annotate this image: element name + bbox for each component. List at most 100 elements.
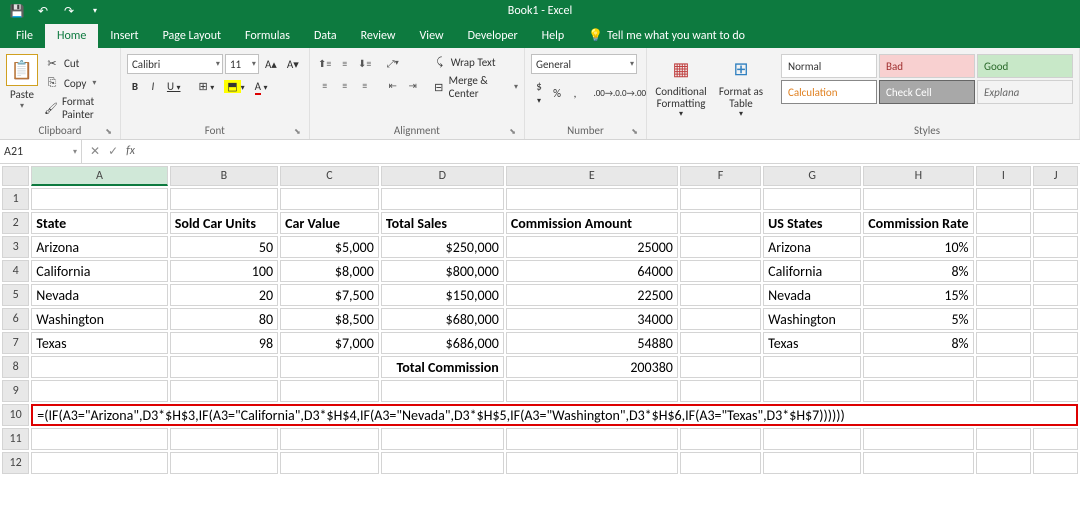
cell-A4[interactable]: California xyxy=(31,260,167,282)
style-bad[interactable]: Bad xyxy=(879,54,975,78)
cell-B9[interactable] xyxy=(170,380,278,402)
cell-E8[interactable]: 200380 xyxy=(506,356,678,378)
cell-C8[interactable] xyxy=(280,356,379,378)
cell-E2[interactable]: Commission Amount xyxy=(506,212,678,234)
cell-G7[interactable]: Texas xyxy=(763,332,861,354)
format-as-table-button[interactable]: ⊞ Format as Table▾ xyxy=(713,54,769,121)
align-left-button[interactable]: ≡ xyxy=(316,76,334,94)
cell-C1[interactable] xyxy=(280,188,379,210)
cell-E9[interactable] xyxy=(506,380,678,402)
italic-button[interactable]: I xyxy=(145,78,161,95)
cell-G8[interactable] xyxy=(763,356,861,378)
cell-D11[interactable] xyxy=(381,428,504,450)
orientation-button[interactable]: ⤢▾ xyxy=(384,54,402,72)
cancel-formula-icon[interactable]: ✕ xyxy=(90,144,100,159)
cell-G3[interactable]: Arizona xyxy=(763,236,861,258)
cell-J11[interactable] xyxy=(1033,428,1078,450)
decrease-font-button[interactable]: A▾ xyxy=(283,56,303,73)
decrease-decimal-button[interactable]: .0→.00 xyxy=(616,86,640,101)
cell-H1[interactable] xyxy=(863,188,973,210)
cell-B11[interactable] xyxy=(170,428,278,450)
cell-C5[interactable]: $7,500 xyxy=(280,284,379,306)
cell-I5[interactable] xyxy=(976,284,1032,306)
row-header-3[interactable]: 3 xyxy=(2,236,29,258)
cell-J12[interactable] xyxy=(1033,452,1078,474)
row-header-6[interactable]: 6 xyxy=(2,308,29,330)
cell-F11[interactable] xyxy=(680,428,761,450)
increase-indent-button[interactable]: ⇥ xyxy=(404,76,422,94)
cell-D9[interactable] xyxy=(381,380,504,402)
row-header-2[interactable]: 2 xyxy=(2,212,29,234)
style-normal[interactable]: Normal xyxy=(781,54,877,78)
align-middle-button[interactable]: ≡ xyxy=(336,54,354,72)
row-header-8[interactable]: 8 xyxy=(2,356,29,378)
cell-A3[interactable]: Arizona xyxy=(31,236,167,258)
cell-C9[interactable] xyxy=(280,380,379,402)
cell-H7[interactable]: 8% xyxy=(863,332,973,354)
cell-F5[interactable] xyxy=(680,284,761,306)
cell-I6[interactable] xyxy=(976,308,1032,330)
cell-G6[interactable]: Washington xyxy=(763,308,861,330)
cut-button[interactable]: ✂Cut xyxy=(42,54,114,72)
cell-I12[interactable] xyxy=(976,452,1032,474)
cell-J1[interactable] xyxy=(1033,188,1078,210)
font-expand-icon[interactable]: ⬊ xyxy=(294,127,301,137)
cell-A1[interactable] xyxy=(31,188,167,210)
border-button[interactable]: ⊞ ▾ xyxy=(195,78,219,95)
cell-G2[interactable]: US States xyxy=(763,212,861,234)
cell-J3[interactable] xyxy=(1033,236,1078,258)
cell-C3[interactable]: $5,000 xyxy=(280,236,379,258)
cell-E4[interactable]: 64000 xyxy=(506,260,678,282)
cell-H9[interactable] xyxy=(863,380,973,402)
style-explanatory[interactable]: Explana xyxy=(977,80,1073,104)
cell-A10-formula[interactable]: =(IF(A3="Arizona",D3*$H$3,IF(A3="Califor… xyxy=(31,404,1078,426)
row-header-5[interactable]: 5 xyxy=(2,284,29,306)
cell-D5[interactable]: $150,000 xyxy=(381,284,504,306)
cell-J8[interactable] xyxy=(1033,356,1078,378)
cell-F6[interactable] xyxy=(680,308,761,330)
cell-H11[interactable] xyxy=(863,428,973,450)
col-header-C[interactable]: C xyxy=(280,166,379,186)
tab-review[interactable]: Review xyxy=(349,24,408,48)
cell-D12[interactable] xyxy=(381,452,504,474)
cell-C11[interactable] xyxy=(280,428,379,450)
tab-formulas[interactable]: Formulas xyxy=(233,24,302,48)
cell-H2[interactable]: Commission Rate xyxy=(863,212,973,234)
tab-help[interactable]: Help xyxy=(530,24,577,48)
cell-A6[interactable]: Washington xyxy=(31,308,167,330)
cell-D4[interactable]: $800,000 xyxy=(381,260,504,282)
cell-F7[interactable] xyxy=(680,332,761,354)
row-header-7[interactable]: 7 xyxy=(2,332,29,354)
underline-button[interactable]: U ▾ xyxy=(163,78,185,95)
cell-A7[interactable]: Texas xyxy=(31,332,167,354)
row-header-1[interactable]: 1 xyxy=(2,188,29,210)
cell-D3[interactable]: $250,000 xyxy=(381,236,504,258)
enter-formula-icon[interactable]: ✓ xyxy=(108,144,118,159)
col-header-A[interactable]: A xyxy=(31,166,167,186)
row-header-12[interactable]: 12 xyxy=(2,452,29,474)
accounting-format-button[interactable]: $ ▾ xyxy=(531,78,547,108)
cell-A8[interactable] xyxy=(31,356,167,378)
col-header-D[interactable]: D xyxy=(381,166,504,186)
decrease-indent-button[interactable]: ⇤ xyxy=(384,76,402,94)
cell-H4[interactable]: 8% xyxy=(863,260,973,282)
cell-E11[interactable] xyxy=(506,428,678,450)
cell-B12[interactable] xyxy=(170,452,278,474)
cell-J5[interactable] xyxy=(1033,284,1078,306)
cell-C2[interactable]: Car Value xyxy=(280,212,379,234)
cell-H5[interactable]: 15% xyxy=(863,284,973,306)
tab-file[interactable]: File xyxy=(4,24,45,48)
redo-icon[interactable]: ↷ xyxy=(60,2,78,20)
conditional-formatting-button[interactable]: ▦ Conditional Formatting▾ xyxy=(653,54,709,121)
cell-H8[interactable] xyxy=(863,356,973,378)
cell-C4[interactable]: $8,000 xyxy=(280,260,379,282)
cell-C7[interactable]: $7,000 xyxy=(280,332,379,354)
cell-A2[interactable]: State xyxy=(31,212,167,234)
cell-F1[interactable] xyxy=(680,188,761,210)
col-header-E[interactable]: E xyxy=(506,166,678,186)
comma-format-button[interactable]: , xyxy=(567,85,583,102)
number-format-select[interactable]: General xyxy=(531,54,637,74)
cell-E6[interactable]: 34000 xyxy=(506,308,678,330)
col-header-H[interactable]: H xyxy=(863,166,973,186)
cell-C6[interactable]: $8,500 xyxy=(280,308,379,330)
